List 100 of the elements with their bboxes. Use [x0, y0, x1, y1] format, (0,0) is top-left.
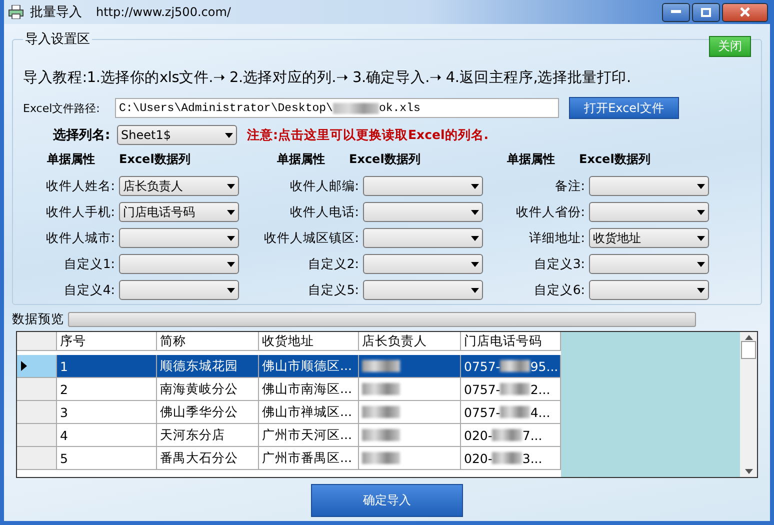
caret-icon [224, 262, 238, 266]
redacted-text [362, 429, 400, 441]
dropdown[interactable] [119, 254, 239, 274]
table-cell: 2 [57, 378, 157, 401]
dropdown[interactable] [589, 280, 709, 300]
column-header: 店长负责人 [359, 332, 461, 351]
field-label: 自定义1: [62, 256, 115, 272]
caret-icon [694, 210, 708, 214]
dropdown[interactable]: 门店电话号码 [119, 202, 239, 222]
table-cell: 020- 7... [461, 424, 561, 447]
dropdown[interactable] [589, 202, 709, 222]
field-label: 详细地址: [528, 230, 585, 246]
dropdown[interactable] [119, 228, 239, 248]
redacted-text [362, 360, 400, 372]
dropdown[interactable]: 店长负责人 [119, 176, 239, 196]
table-cell: 佛山市顺德区... [259, 355, 359, 378]
table-cell: 天河东分店 [157, 424, 259, 447]
field-label: 自定义4: [62, 282, 115, 298]
table-cell: 佛山市禅城区... [259, 401, 359, 424]
caret-icon [222, 132, 236, 138]
table-cell: 020- 3... [461, 447, 561, 470]
redacted-text [500, 406, 530, 418]
maximize-icon[interactable] [692, 2, 720, 22]
field-label: 自定义3: [532, 256, 585, 272]
dropdown[interactable] [363, 280, 483, 300]
field-label: 收件人省份: [514, 204, 585, 220]
scrollbar[interactable] [740, 332, 757, 477]
table-cell: 佛山市南海区... [259, 378, 359, 401]
tutorial-text: 导入教程:1.选择你的xls文件.➝ 2.选择对应的列.➝ 3.确定导入.➝ 4.返回主程序,选择批量打印. [23, 68, 632, 87]
field-label: 自定义2: [306, 256, 359, 272]
dropdown[interactable]: 收货地址 [589, 228, 709, 248]
caret-icon [468, 288, 482, 292]
dropdown[interactable] [589, 176, 709, 196]
column-header: 单据属性 [276, 151, 326, 168]
minimize-icon[interactable] [662, 2, 690, 22]
table-cell: 0757- 2... [461, 378, 561, 401]
column-header: 收货地址 [259, 332, 359, 351]
printer-icon [8, 5, 24, 19]
caret-icon [224, 288, 238, 292]
table-cell: 广州市天河区... [259, 424, 359, 447]
caret-icon [468, 210, 482, 214]
field-label: 自定义6: [532, 282, 585, 298]
caret-icon [468, 236, 482, 240]
dropdown[interactable] [363, 228, 483, 248]
field-label: 备注: [554, 178, 585, 194]
redacted-text [362, 452, 400, 464]
column-header: 简称 [157, 332, 259, 351]
column-header: 单据属性 [46, 151, 96, 168]
section-title: 数据预览 [12, 311, 64, 328]
dropdown[interactable] [119, 280, 239, 300]
dropdown[interactable] [363, 176, 483, 196]
table-cell: 南海黄岐分公 [157, 378, 259, 401]
column-header: Excel数据列 [119, 151, 190, 168]
field-label: 收件人城市: [44, 230, 115, 246]
notice-text: 注意:点击这里可以更换读取Excel的列名. [247, 126, 489, 144]
caret-icon [694, 236, 708, 240]
table-cell: 广州市番禺区... [259, 447, 359, 470]
window-title: 批量导入 [30, 4, 82, 21]
scroll-thumb[interactable] [741, 340, 756, 358]
caret-icon [694, 184, 708, 188]
column-header: 门店电话号码 [461, 332, 561, 351]
caret-icon [468, 184, 482, 188]
close-icon[interactable] [722, 2, 768, 22]
file-path-field[interactable]: C:\Users\Administrator\Desktop\ ok.xls [115, 98, 559, 118]
redacted-text [362, 406, 400, 418]
field-label: 收件人姓名: [44, 178, 115, 194]
field-label: 收件人邮编: [288, 178, 359, 194]
caret-icon [468, 262, 482, 266]
table-cell: 番禺大石分公 [157, 447, 259, 470]
dropdown[interactable] [363, 254, 483, 274]
confirm-import-button[interactable]: 确定导入 [311, 484, 463, 517]
dropdown[interactable]: Sheet1$ [117, 125, 237, 145]
table-cell: 0757- 95... [461, 355, 561, 378]
redacted-text [500, 383, 530, 395]
current-row-icon [21, 361, 27, 371]
group-title: 导入设置区 [24, 31, 91, 48]
table-cell: 1 [57, 355, 157, 378]
redacted-text [492, 429, 522, 441]
table-cell: 0757- 4... [461, 401, 561, 424]
field-label: 选择列名: [53, 127, 111, 144]
redacted-text [500, 360, 530, 372]
table-cell: 顺德东城花园 [157, 355, 259, 378]
table-cell: 佛山季华分公 [157, 401, 259, 424]
field-label: 收件人电话: [288, 204, 359, 220]
table-cell: 5 [57, 447, 157, 470]
dropdown[interactable] [363, 202, 483, 222]
dropdown[interactable] [589, 254, 709, 274]
row-header[interactable] [17, 355, 57, 378]
caret-icon [224, 210, 238, 214]
field-label: 自定义5: [306, 282, 359, 298]
redacted-text [362, 383, 400, 395]
window-url: http://www.zj500.com/ [96, 5, 231, 19]
open-file-button[interactable]: 打开Excel文件 [569, 97, 679, 119]
field-label: 收件人手机: [44, 204, 115, 220]
scroll-down-icon[interactable] [744, 469, 752, 474]
column-header: Excel数据列 [349, 151, 420, 168]
caret-icon [224, 184, 238, 188]
field-label: 收件人城区镇区: [262, 230, 359, 246]
column-header: 单据属性 [506, 151, 556, 168]
redacted-text [492, 452, 522, 464]
